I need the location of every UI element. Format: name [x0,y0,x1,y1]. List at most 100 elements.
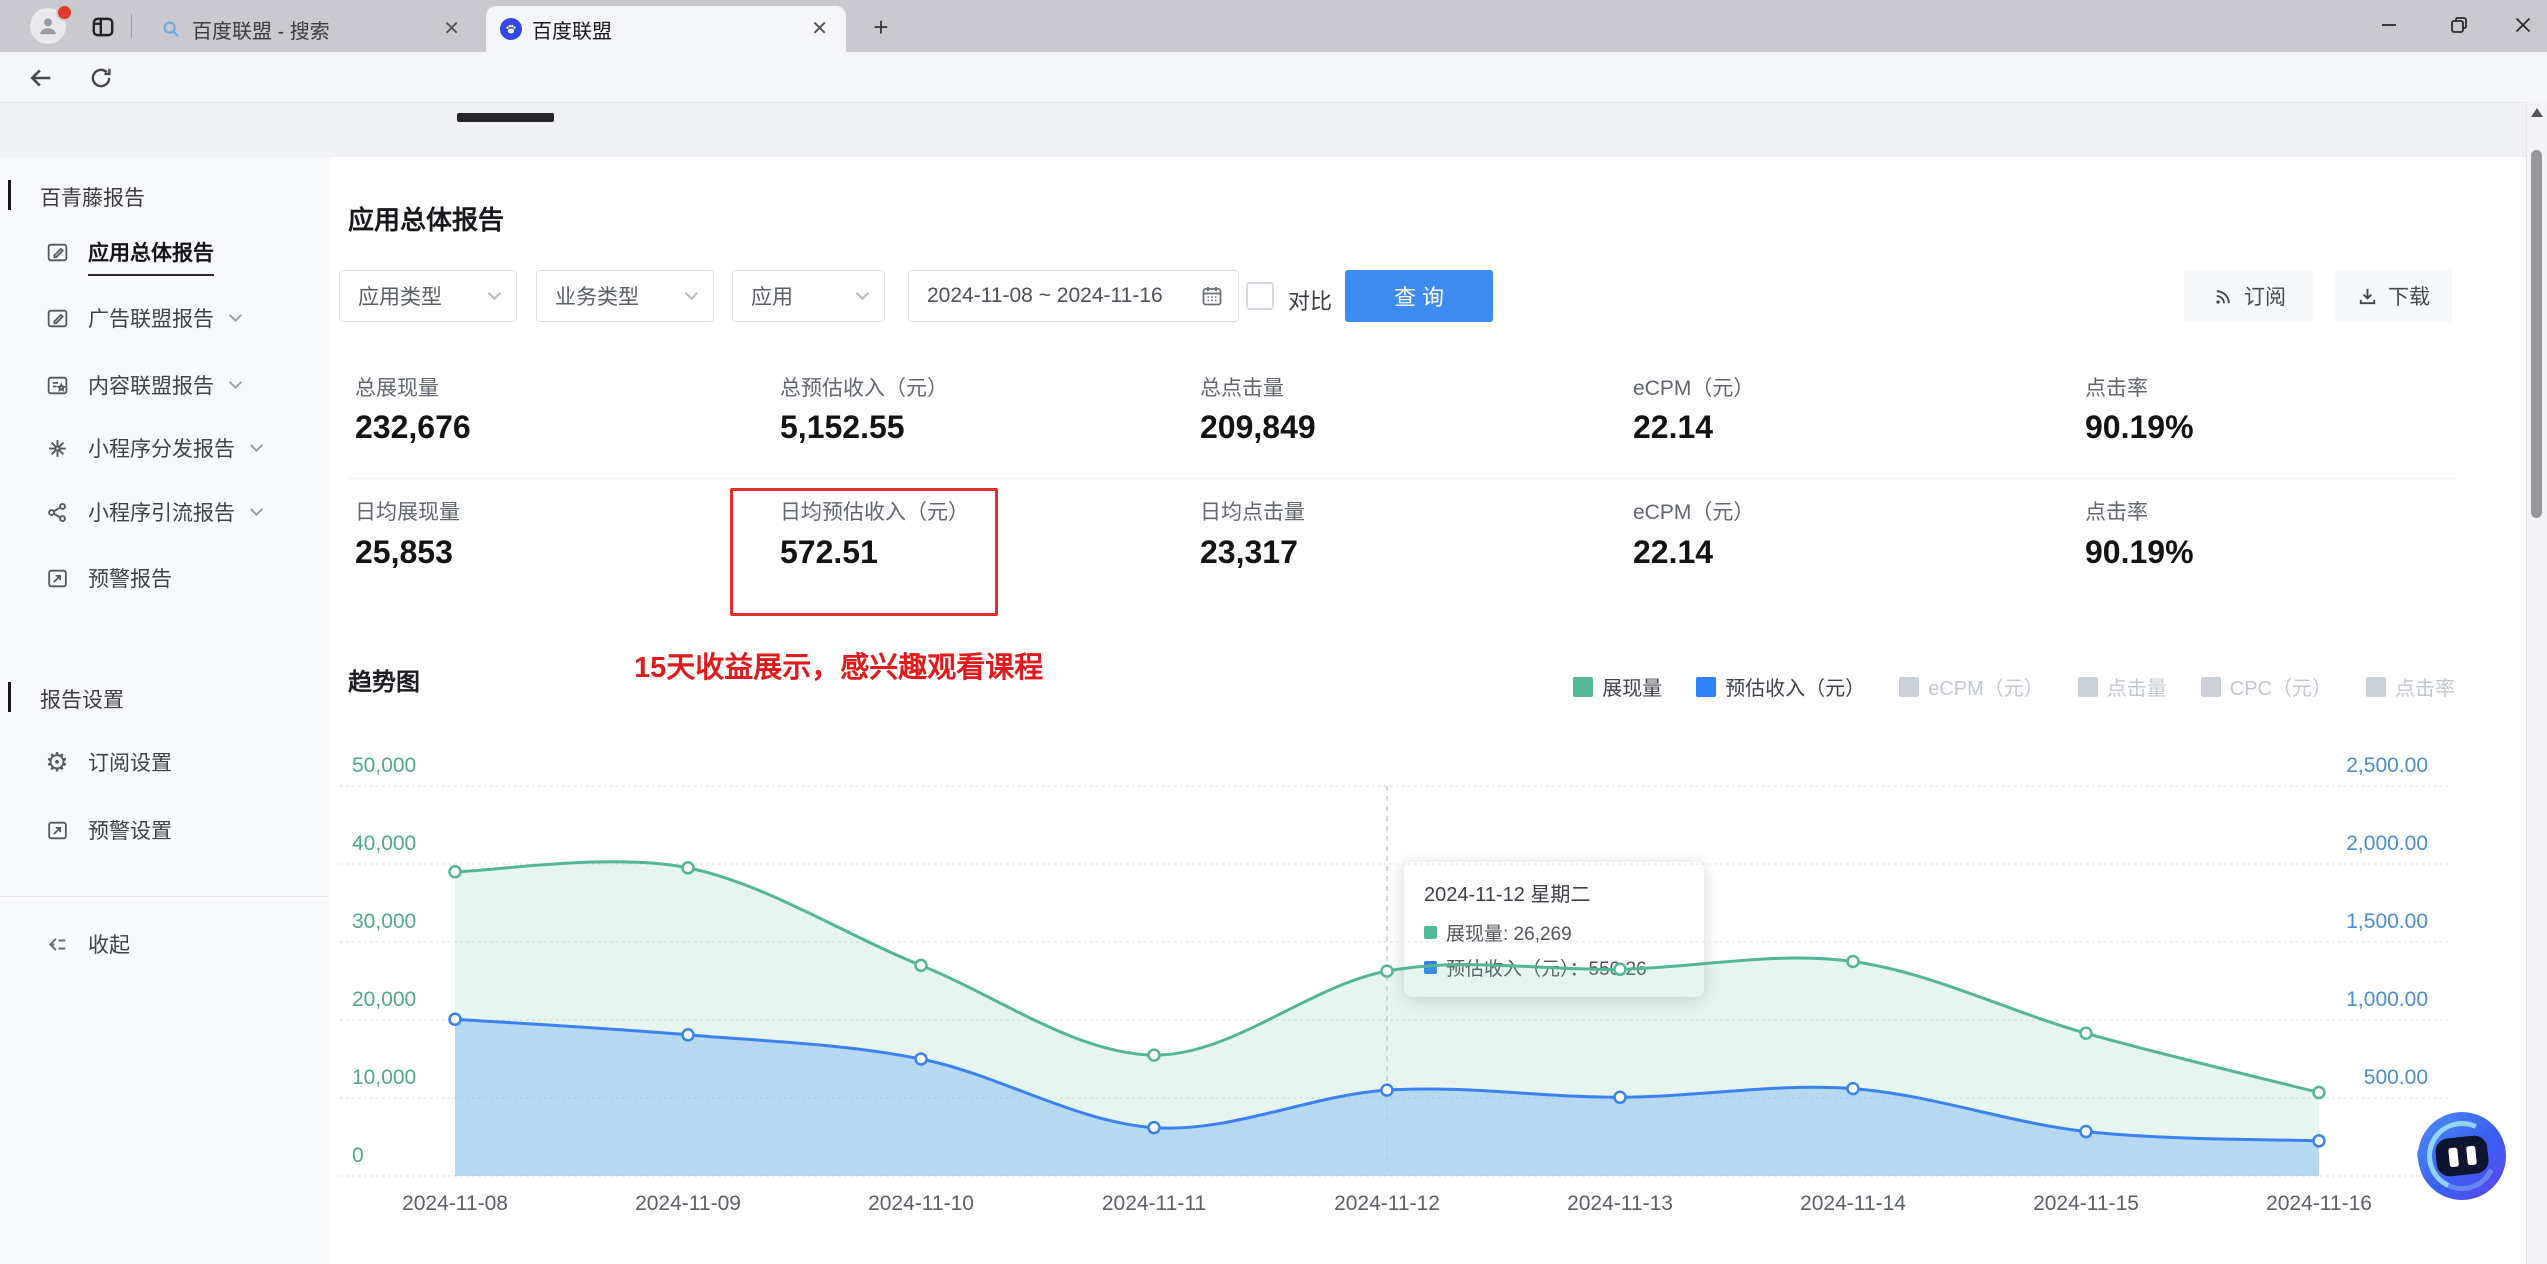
app-type-select[interactable]: 应用类型 [339,270,517,322]
tab-title: 百度联盟 - 搜索 [192,20,330,43]
sidebar-section-baiqingteng: 百青藤报告 [40,187,145,210]
date-range-input[interactable]: 2024-11-08 ~ 2024-11-16 [908,270,1239,322]
sidebar-item-settings-1[interactable]: 预警设置 [0,810,330,850]
sidebar: 百青藤报告 报告设置 应用总体报告 广告联盟报告 内容联盟报告 小程序分发报告 小程序引… [0,157,331,1264]
titlebar-separator [131,14,132,38]
baidu-favicon-icon [500,18,522,40]
dispatch-icon [44,435,70,461]
annotation-text: 15天收益展示，感兴趣观看课程 [634,652,1044,684]
sidebar-item-label: 小程序引流报告 [88,502,235,525]
legend-swatch [2200,676,2221,697]
tooltip-title: 2024-11-12 星期二 [1424,884,1591,906]
x-axis-tick: 2024-11-11 [1101,1192,1207,1215]
sidebar-item-1[interactable]: 广告联盟报告 [0,298,330,338]
y-axis-left-tick: 40,000 [352,832,417,855]
stat-label-row2-0: 日均展现量 [355,501,460,524]
back-button[interactable] [26,63,56,93]
restore-button[interactable] [2430,0,2488,50]
legend-label: eCPM（元） [1928,678,2044,700]
app-select[interactable]: 应用 [732,270,885,322]
collapse-icon [44,931,70,957]
biz-type-select[interactable]: 业务类型 [536,270,714,322]
sidebar-item-label: 订阅设置 [88,752,172,775]
tooltip-text: 预估收入（元）：550.26 [1446,959,1647,980]
stat-value-row2-2: 23,317 [1200,534,1298,570]
chart-legend: 展现量 预估收入（元） eCPM（元） 点击量 CPC（元） 点击率 [1573,672,2455,701]
y-axis-left-tick: 0 [352,1144,364,1167]
tab-baidu-union-search[interactable]: 百度联盟 - 搜索 ✕ [146,6,478,52]
content-icon [44,372,70,398]
legend-item-3[interactable]: 点击量 [2077,672,2167,701]
stat-value-row1-4: 90.19% [2085,409,2194,445]
close-button[interactable] [2494,0,2547,50]
y-axis-left-tick: 30,000 [352,910,417,933]
workspaces-icon[interactable] [88,12,118,42]
sidebar-item-0[interactable]: 应用总体报告 [0,232,330,276]
search-favicon-icon [163,21,180,38]
x-axis-tick: 2024-11-10 [868,1192,974,1215]
refresh-button[interactable] [86,63,116,93]
legend-item-1[interactable]: 预估收入（元） [1696,672,1865,701]
stat-label-row2-3: eCPM（元） [1633,501,1755,524]
legend-label: 点击量 [2106,678,2167,700]
legend-item-4[interactable]: CPC（元） [2200,672,2332,701]
x-axis-tick: 2024-11-09 [635,1192,741,1215]
sidebar-item-settings-0[interactable]: ⚙ 订阅设置 [0,742,330,782]
stat-label-row1-4: 点击率 [2085,377,2148,400]
legend-label: CPC（元） [2229,678,2332,700]
download-icon [2359,288,2376,304]
scrollbar-up-arrow[interactable] [2531,108,2543,117]
sidebar-item-label: 应用总体报告 [88,237,214,276]
legend-item-5[interactable]: 点击率 [2366,672,2455,701]
y-axis-right-tick: 2,500.00 [2346,754,2428,777]
legend-swatch [1696,676,1717,697]
tooltip-row-0: 展现量: 26,269 [1424,919,1684,946]
x-axis-tick: 2024-11-12 [1334,1192,1440,1215]
stat-value-row2-4: 90.19% [2085,534,2194,570]
sidebar-item-label: 小程序分发报告 [88,438,235,461]
sidebar-item-collapse[interactable]: 收起 [0,924,330,964]
download-button[interactable]: 下载 [2334,270,2452,322]
stat-value-row1-3: 22.14 [1633,409,1714,445]
chevron-down-icon [249,507,264,517]
legend-label: 展现量 [1602,678,1663,700]
chevron-down-icon [684,292,699,301]
section-marker [8,180,11,210]
tab-close-icon[interactable]: ✕ [807,17,832,41]
x-axis-tick: 2024-11-13 [1567,1192,1673,1215]
stat-label-row2-4: 点击率 [2085,501,2148,524]
sidebar-item-3[interactable]: 小程序分发报告 [0,428,330,468]
sidebar-item-4[interactable]: 小程序引流报告 [0,492,330,532]
legend-item-2[interactable]: eCPM（元） [1899,672,2044,701]
bookmark-redaction-bar [457,113,554,122]
y-axis-right-tick: 0 [2298,1144,2428,1168]
x-axis-tick: 2024-11-16 [2266,1192,2372,1215]
tooltip-swatch [1424,961,1437,974]
y-axis-right-tick: 500.00 [2363,1066,2428,1089]
sidebar-item-2[interactable]: 内容联盟报告 [0,365,330,405]
subscribe-button[interactable]: 订阅 [2184,270,2314,322]
browser-titlebar: 百度联盟 - 搜索 ✕ 百度联盟 ✕ + [0,0,2547,52]
page-title: 应用总体报告 [348,205,505,235]
y-axis-left-tick: 20,000 [352,988,417,1011]
chevron-down-icon [855,292,870,301]
stat-value-row2-0: 25,853 [355,534,453,570]
compare-checkbox[interactable] [1246,282,1274,310]
compare-label: 对比 [1288,289,1333,314]
chart-title: 趋势图 [348,669,420,696]
calendar-icon [1202,287,1222,306]
sidebar-item-label: 预警设置 [88,820,172,843]
y-axis-right-tick: 1,500.00 [2346,910,2428,933]
browser-toolbar: https://union.baidu.com/bqt/appco.html#/… [0,52,2547,151]
minimize-button[interactable] [2360,0,2418,50]
tab-close-icon[interactable]: ✕ [439,17,464,41]
query-button[interactable]: 查询 [1345,270,1493,322]
legend-item-0[interactable]: 展现量 [1573,672,1662,701]
assistant-robot-button[interactable] [2417,1111,2507,1201]
legend-swatch [1899,676,1920,697]
sidebar-item-5[interactable]: 预警报告 [0,558,330,598]
scrollbar-thumb[interactable] [2531,150,2542,518]
new-tab-button[interactable]: + [866,12,896,42]
tab-baidu-union[interactable]: 百度联盟 ✕ [486,6,846,52]
tooltip-swatch [1424,926,1437,939]
